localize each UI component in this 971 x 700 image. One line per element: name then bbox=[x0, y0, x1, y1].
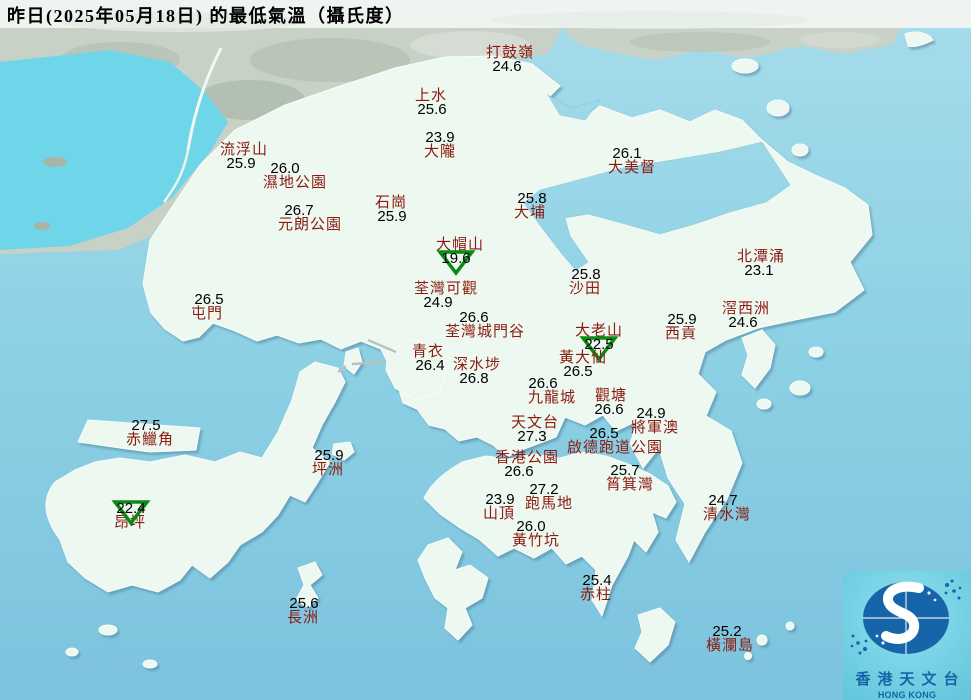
station-value: 26.6 bbox=[594, 401, 624, 418]
station-name: 沙田 bbox=[568, 281, 602, 297]
station-kowloon-city: 26.6 九龍城 bbox=[527, 376, 577, 406]
station-sha-tin: 25.8 沙田 bbox=[568, 266, 602, 297]
station-value: 25.7 bbox=[610, 462, 640, 479]
station-name: 山頂 bbox=[482, 506, 516, 522]
station-name: 西貢 bbox=[664, 326, 698, 342]
station-name: 荃灣城門谷 bbox=[444, 324, 526, 340]
station-value: 25.9 bbox=[314, 447, 344, 464]
station-value: 26.5 bbox=[194, 291, 224, 308]
hko-logo-en-text: HONG KONG OBSERVATORY bbox=[877, 690, 937, 700]
station-value: 26.5 bbox=[589, 425, 619, 442]
station-value: 27.5 bbox=[131, 417, 161, 434]
station-clear-water-bay: 24.7 清水灣 bbox=[702, 493, 752, 523]
station-wetland-park: 26.0 濕地公園 bbox=[262, 161, 328, 191]
station-tai-mo-shan: 大帽山 19.6 bbox=[436, 238, 484, 276]
station-value: 24.6 bbox=[728, 314, 758, 331]
station-value: 25.4 bbox=[582, 572, 612, 589]
station-value: 23.9 bbox=[485, 491, 515, 508]
station-value: 24.6 bbox=[492, 58, 522, 75]
station-tai-lung: 23.9 大隴 bbox=[423, 129, 457, 160]
station-value: 27.2 bbox=[529, 481, 559, 498]
station-name: 赤柱 bbox=[579, 587, 613, 603]
station-wong-chuk-hang: 26.0 黃竹坑 bbox=[511, 519, 561, 549]
station-value: 22.4 bbox=[111, 500, 151, 526]
station-tates-cairn: 大老山 22.5 bbox=[575, 324, 623, 362]
station-happy-valley: 27.2 跑馬地 bbox=[524, 482, 574, 512]
station-value: 26.1 bbox=[612, 145, 642, 162]
station-value: 25.6 bbox=[289, 595, 319, 612]
hko-logo-icon bbox=[850, 579, 962, 655]
station-yuen-long-park: 26.7 元朗公園 bbox=[277, 203, 343, 233]
station-sheung-shui: 上水 25.6 bbox=[415, 89, 447, 118]
station-shau-kei-wan: 25.7 筲箕灣 bbox=[605, 463, 655, 493]
station-value: 26.6 bbox=[459, 309, 489, 326]
station-value: 25.2 bbox=[712, 623, 742, 640]
station-sai-kung: 25.9 西貢 bbox=[664, 311, 698, 342]
station-pak-tam-chung: 北潭涌 23.1 bbox=[737, 250, 785, 279]
station-chek-lap-kok: 27.5 赤鱲角 bbox=[125, 418, 175, 448]
station-value: 26.6 bbox=[504, 463, 534, 480]
station-waglan-island: 25.2 橫瀾島 bbox=[705, 624, 755, 654]
station-tai-mei-tuk: 26.1 大美督 bbox=[607, 146, 657, 176]
station-value: 25.6 bbox=[417, 101, 447, 118]
station-name: 赤鱲角 bbox=[125, 432, 175, 448]
station-value: 25.8 bbox=[571, 266, 601, 283]
map-title: 昨日(2025年05月18日) 的最低氣溫（攝氏度） bbox=[7, 6, 405, 26]
station-value: 26.4 bbox=[415, 357, 445, 374]
station-name: 長洲 bbox=[286, 610, 320, 626]
station-tai-po: 25.8 大埔 bbox=[513, 190, 547, 221]
station-name: 九龍城 bbox=[527, 390, 577, 406]
station-ngong-ping: 22.4 昂坪 bbox=[111, 500, 151, 531]
station-kai-tak-runway-park: 26.5 啟德跑道公園 bbox=[566, 426, 664, 456]
station-name: 橫瀾島 bbox=[705, 638, 755, 654]
station-value: 19.6 bbox=[428, 250, 484, 276]
station-value: 24.9 bbox=[423, 294, 453, 311]
station-hong-kong-park: 香港公園 26.6 bbox=[495, 451, 559, 480]
station-the-peak: 23.9 山頂 bbox=[482, 491, 516, 522]
station-name: 大埔 bbox=[513, 205, 547, 221]
station-shek-kong: 石崗 25.9 bbox=[375, 196, 407, 225]
hko-min-temperature-map: 昨日(2025年05月18日) 的最低氣溫（攝氏度） 打鼓嶺 24.6 上水 25.6… bbox=[0, 0, 971, 700]
station-name: 大隴 bbox=[423, 144, 457, 160]
station-value: 24.7 bbox=[708, 492, 738, 509]
station-tsuen-wan-ho-koon: 荃灣可觀 24.9 bbox=[414, 282, 478, 311]
station-ta-kwu-ling: 打鼓嶺 24.6 bbox=[486, 46, 534, 75]
station-name: 元朗公園 bbox=[277, 217, 343, 233]
station-value: 24.9 bbox=[636, 405, 666, 422]
station-kau-sai-chau: 滘西洲 24.6 bbox=[722, 302, 770, 331]
station-tsuen-wan-shing-mun-valley: 26.6 荃灣城門谷 bbox=[444, 310, 526, 340]
station-tsing-yi: 青衣 26.4 bbox=[411, 345, 445, 374]
station-value: 25.9 bbox=[377, 208, 407, 225]
station-name: 跑馬地 bbox=[524, 496, 574, 512]
station-name: 屯門 bbox=[190, 306, 224, 322]
station-value: 25.8 bbox=[517, 190, 547, 207]
station-name: 濕地公園 bbox=[262, 175, 328, 191]
station-value: 26.0 bbox=[270, 160, 300, 177]
station-value: 26.0 bbox=[516, 518, 546, 535]
station-name: 黃竹坑 bbox=[511, 533, 561, 549]
hko-logo-cjk-text: 香港天文台 bbox=[855, 672, 966, 688]
station-name: 筲箕灣 bbox=[605, 477, 655, 493]
station-wong-tai-sin: 黃大仙 26.5 bbox=[559, 351, 607, 380]
station-name: 坪洲 bbox=[311, 462, 345, 478]
station-value: 26.6 bbox=[528, 375, 558, 392]
stations-layer: 打鼓嶺 24.6 上水 25.6 23.9 大隴 流浮山 25.9 26.0 濕地公園 26.7 元朗… bbox=[0, 0, 971, 700]
station-peng-chau: 25.9 坪洲 bbox=[311, 447, 345, 478]
hko-logo-block: 香港天文台 HONG KONG OBSERVATORY bbox=[843, 571, 971, 700]
station-value: 23.1 bbox=[744, 262, 774, 279]
station-name: 啟德跑道公園 bbox=[566, 440, 664, 456]
station-cheung-chau: 25.6 長洲 bbox=[286, 595, 320, 626]
station-stanley: 25.4 赤柱 bbox=[579, 572, 613, 603]
station-value: 26.8 bbox=[459, 370, 489, 387]
station-value: 23.9 bbox=[425, 129, 455, 146]
station-name: 大美督 bbox=[607, 160, 657, 176]
station-value: 25.9 bbox=[667, 311, 697, 328]
station-value: 26.7 bbox=[284, 202, 314, 219]
station-tuen-mun: 26.5 屯門 bbox=[190, 291, 224, 322]
station-name: 清水灣 bbox=[702, 507, 752, 523]
station-sham-shui-po: 深水埗 26.8 bbox=[453, 358, 501, 387]
